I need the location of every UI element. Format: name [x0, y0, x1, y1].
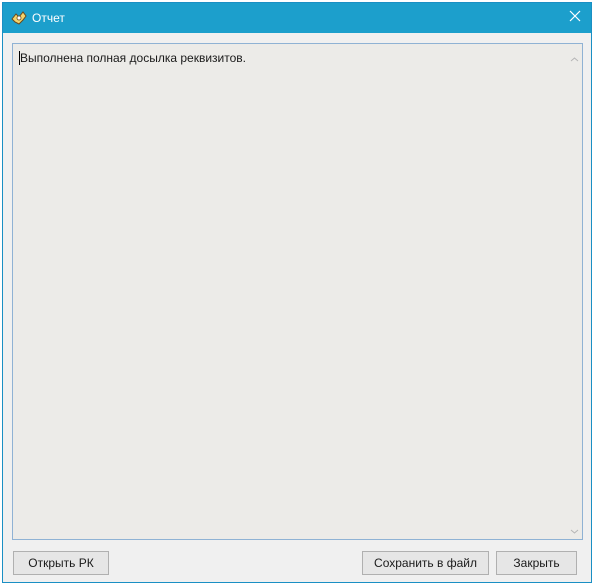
report-text-area[interactable]: Выполнена полная досылка реквизитов.	[12, 43, 583, 540]
vertical-scrollbar[interactable]	[567, 44, 582, 539]
close-icon	[569, 9, 581, 27]
close-window-button[interactable]	[563, 6, 587, 30]
close-button[interactable]: Закрыть	[496, 551, 577, 575]
save-to-file-button[interactable]: Сохранить в файл	[362, 551, 489, 575]
open-rk-button[interactable]: Открыть РК	[13, 551, 109, 575]
report-dialog: Отчет Выполнена полная досылка реквизито…	[2, 2, 592, 583]
title-bar[interactable]: Отчет	[3, 3, 591, 33]
report-message: Выполнена полная досылка реквизитов.	[20, 51, 246, 65]
scroll-up-arrow-icon[interactable]	[570, 51, 579, 62]
app-icon	[10, 10, 28, 26]
scroll-down-arrow-icon[interactable]	[570, 523, 579, 534]
window-title: Отчет	[32, 11, 65, 25]
